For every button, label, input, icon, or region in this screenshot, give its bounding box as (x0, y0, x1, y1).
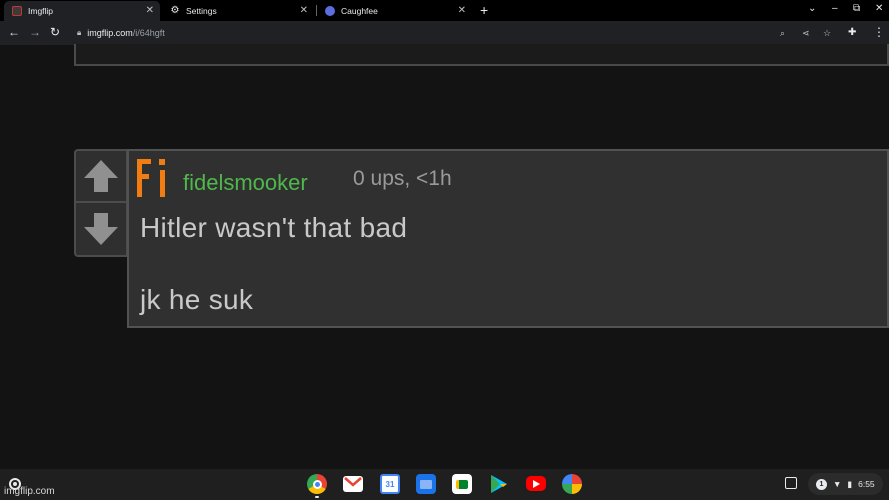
photos-icon[interactable] (562, 474, 582, 494)
gear-icon: ⚙ (170, 5, 180, 16)
tab-settings[interactable]: ⚙ Settings ✕ (162, 1, 314, 21)
comment-text-line: jk he suk (140, 284, 254, 315)
youtube-icon[interactable] (526, 476, 546, 491)
imgflip-favicon-icon (12, 6, 22, 16)
vote-column (74, 149, 128, 257)
comment-text-line: Hitler wasn't that bad (140, 212, 408, 243)
tab-title: Caughfee (341, 6, 378, 16)
tab-imgflip[interactable]: Imgflip ✕ (4, 1, 160, 21)
address-bar[interactable]: 🔒︎ imgflip.com /i/64hgft ⌕ ⋖ ☆ (69, 24, 845, 42)
status-area[interactable]: 1 ▼ ▮ 6:55 (808, 473, 883, 495)
tab-search-icon[interactable]: ⌄ (808, 3, 816, 15)
reload-icon[interactable]: ↻ (50, 26, 60, 39)
notification-count: 1 (816, 478, 827, 490)
previous-comment-box (74, 44, 889, 66)
play-store-icon[interactable] (489, 474, 509, 494)
close-tab-icon[interactable]: ✕ (458, 5, 466, 16)
back-icon[interactable]: ← (8, 26, 20, 39)
restore-icon[interactable]: ⧉ (853, 3, 860, 15)
new-tab-icon[interactable]: + (480, 2, 488, 18)
arrow-down-icon (84, 213, 118, 245)
downvote-button[interactable] (76, 203, 126, 255)
wifi-icon: ▼ (833, 479, 842, 489)
battery-icon: ▮ (847, 478, 853, 489)
minimize-icon[interactable]: – (832, 3, 838, 15)
desktop: Imgflip ✕ ⚙ Settings ✕ Caughfee ✕ + ⌄ – … (0, 0, 889, 500)
arrow-up-icon (84, 160, 118, 192)
extensions-icon[interactable]: ✚ (848, 26, 856, 39)
chrome-icon[interactable] (307, 474, 327, 494)
calendar-icon[interactable]: 31 (380, 474, 400, 494)
holding-space-icon[interactable] (785, 477, 797, 489)
comment-meta: 0 ups, <1h (353, 167, 452, 190)
close-tab-icon[interactable]: ✕ (146, 5, 154, 16)
files-icon[interactable] (416, 474, 436, 494)
comment-box: fidelsmooker 0 ups, <1h Hitler wasn't th… (127, 149, 889, 328)
caughfee-favicon-icon (325, 6, 335, 16)
url-host: imgflip.com (87, 28, 133, 38)
tab-title: Imgflip (28, 6, 54, 16)
gmail-icon[interactable] (343, 476, 363, 492)
comment-username[interactable]: fidelsmooker (183, 170, 308, 196)
avatar[interactable] (137, 159, 169, 197)
forward-icon[interactable]: → (29, 26, 41, 39)
menu-icon[interactable]: ⋮ (873, 26, 885, 39)
meet-icon[interactable] (452, 474, 472, 494)
browser-toolbar: ← → ↻ 🔒︎ imgflip.com /i/64hgft ⌕ ⋖ ☆ ✚ ⋮ (0, 21, 889, 45)
clock: 6:55 (858, 479, 875, 489)
close-tab-icon[interactable]: ✕ (300, 5, 308, 16)
close-window-icon[interactable]: ✕ (875, 3, 883, 15)
lock-icon: 🔒︎ (77, 28, 82, 37)
upvote-button[interactable] (76, 151, 126, 203)
imgflip-watermark: imgflip.com (4, 486, 55, 497)
tab-caughfee[interactable]: Caughfee ✕ (317, 1, 472, 21)
tab-strip: Imgflip ✕ ⚙ Settings ✕ Caughfee ✕ + ⌄ – … (0, 0, 889, 21)
bookmark-star-icon[interactable]: ☆ (823, 28, 831, 38)
share-icon[interactable]: ⋖ (802, 28, 810, 38)
active-app-indicator (315, 496, 319, 498)
tab-title: Settings (186, 6, 217, 16)
shelf: 31 1 ▼ ▮ 6:55 (0, 469, 889, 500)
zoom-icon[interactable]: ⌕ (780, 28, 785, 38)
url-path: /i/64hgft (132, 28, 165, 38)
